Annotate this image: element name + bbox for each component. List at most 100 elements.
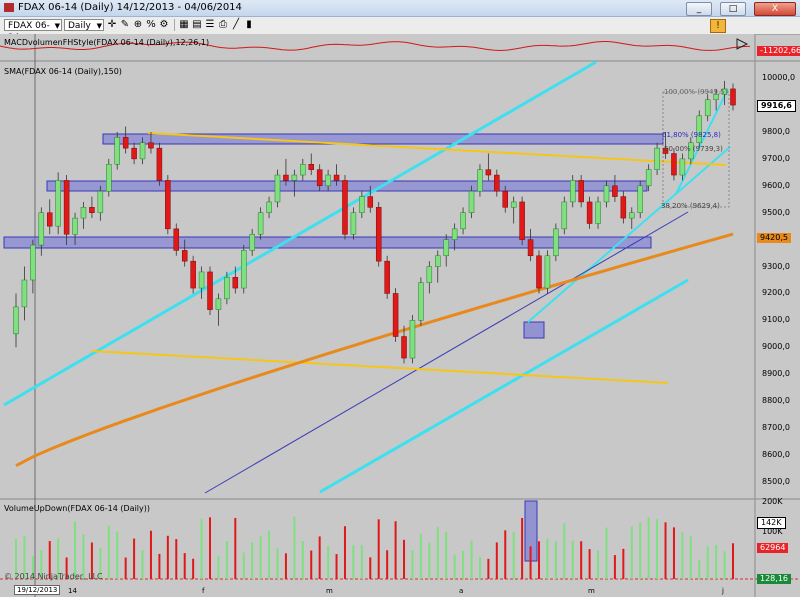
candle-up xyxy=(468,190,475,213)
volume-bar-down xyxy=(175,539,178,579)
volume-bar-down xyxy=(124,557,127,579)
candle-up xyxy=(97,190,104,213)
bars-icon[interactable]: ▮ xyxy=(243,19,255,31)
volume-bar-down xyxy=(487,558,490,579)
volume-bar-up xyxy=(453,554,456,579)
macd-value-tag: -11202,66 xyxy=(757,46,800,56)
volume-bar-up xyxy=(706,546,709,579)
properties-icon[interactable]: ☰ xyxy=(204,19,216,31)
candle-down xyxy=(586,201,593,224)
volume-bar-down xyxy=(158,553,161,579)
price-axis-label: 8800,0 xyxy=(762,396,790,406)
volume-bar-up xyxy=(715,544,718,579)
grid-icon[interactable]: ▦ xyxy=(178,19,190,31)
candle-up xyxy=(72,217,78,235)
percent-icon[interactable]: % xyxy=(145,19,157,31)
volume-bar-up xyxy=(217,555,220,579)
instrument-select[interactable]: FDAX 06-14▼ xyxy=(4,19,62,43)
candle-down xyxy=(308,164,314,170)
candle-down xyxy=(671,153,677,176)
data-box-icon[interactable]: ▤ xyxy=(191,19,203,31)
candle-down xyxy=(316,169,323,187)
candle-up xyxy=(603,185,610,203)
candle-up xyxy=(249,233,255,251)
pencil-icon[interactable]: ✎ xyxy=(119,19,131,31)
volume-bar-down xyxy=(284,553,287,579)
candle-down xyxy=(63,180,70,235)
candle-up xyxy=(291,174,298,181)
volume-bar-down xyxy=(335,554,338,579)
macd-label: MACDvolumenFHStyle(FDAX 06-14 (Daily),12… xyxy=(4,38,210,47)
volume-bar-down xyxy=(521,518,524,579)
sma-label: SMA(FDAX 06-14 (Daily),150) xyxy=(4,67,122,76)
volume-bar-up xyxy=(512,531,515,579)
candle-up xyxy=(418,282,424,321)
fib-382-label: 38,20% (9629,4) xyxy=(661,202,720,210)
candle-down xyxy=(392,293,399,337)
volume-bar-up xyxy=(293,516,296,579)
price-axis-label: 9200,0 xyxy=(762,288,790,298)
volume-bar-down xyxy=(732,543,734,579)
candle-down xyxy=(122,137,129,149)
minimize-button[interactable]: _ xyxy=(686,2,712,16)
price-axis-label: 9700,0 xyxy=(762,153,790,163)
volume-bar-up xyxy=(445,531,448,579)
candle-up xyxy=(300,164,306,176)
candle-up xyxy=(426,266,433,283)
volume-bar-up xyxy=(436,526,439,579)
volume-bar-up xyxy=(478,556,481,579)
candle-down xyxy=(612,185,618,197)
candle-up xyxy=(645,169,652,187)
candle-up xyxy=(21,279,28,308)
candle-down xyxy=(384,260,390,294)
print-icon[interactable]: ⎙ xyxy=(217,19,229,31)
candle-up xyxy=(55,180,61,227)
candle-down xyxy=(527,239,534,257)
volume-bar-up xyxy=(259,536,262,579)
volume-bar-up xyxy=(605,527,608,579)
candle-down xyxy=(401,336,407,359)
crosshair-icon[interactable]: ✛ xyxy=(106,19,118,31)
candle-down xyxy=(181,250,188,262)
volume-bar-down xyxy=(664,522,667,579)
maximize-button[interactable]: □ xyxy=(720,2,746,16)
volume-bar-up xyxy=(554,541,557,579)
candle-up xyxy=(30,244,36,281)
gear-icon[interactable]: ⚙ xyxy=(158,19,170,31)
interval-select[interactable]: Daily ▼ xyxy=(64,19,104,31)
candle-up xyxy=(654,147,660,170)
volume-bar-up xyxy=(723,551,726,579)
candle-up xyxy=(477,169,483,192)
candle-up xyxy=(106,164,112,192)
line-icon[interactable]: ╱ xyxy=(230,19,242,31)
volume-bar-down xyxy=(166,535,169,579)
price-axis-label: 9800,0 xyxy=(762,126,790,136)
candle-down xyxy=(342,180,348,235)
chart-toolbar: FDAX 06-14▼ Daily ▼ ✛ ✎ ⊕ % ⚙ ▦ ▤ ☰ ⎙ ╱ ▮… xyxy=(0,17,800,43)
volume-bar-down xyxy=(133,538,136,579)
copyright-label: © 2014 NinjaTrader, LLC xyxy=(4,572,103,581)
volume-bar-down xyxy=(209,517,212,579)
volume-bar-up xyxy=(656,519,659,579)
alert-icon[interactable]: ! xyxy=(710,19,726,33)
volume-bar-up xyxy=(74,521,77,579)
candle-up xyxy=(325,174,331,187)
app-icon xyxy=(4,3,14,12)
window-titlebar: FDAX 06-14 (Daily) 14/12/2013 - 04/06/20… xyxy=(0,0,800,17)
volume-bar-up xyxy=(571,540,574,579)
volume-bar-down xyxy=(149,530,152,579)
zoom-icon[interactable]: ⊕ xyxy=(132,19,144,31)
candle-up xyxy=(241,250,247,289)
candle-down xyxy=(519,201,525,240)
candle-up xyxy=(38,212,45,246)
candle-down xyxy=(536,255,542,289)
fib-618-label: 61,80% (9825,8) xyxy=(662,131,721,139)
candle-down xyxy=(333,174,340,181)
volume-bar-up xyxy=(630,526,633,579)
volume-bar-down xyxy=(343,526,346,579)
candle-up xyxy=(215,298,222,310)
candle-up xyxy=(435,255,441,267)
close-button[interactable]: X xyxy=(754,2,796,16)
candle-down xyxy=(156,147,163,181)
volume-bar-up xyxy=(681,532,684,579)
